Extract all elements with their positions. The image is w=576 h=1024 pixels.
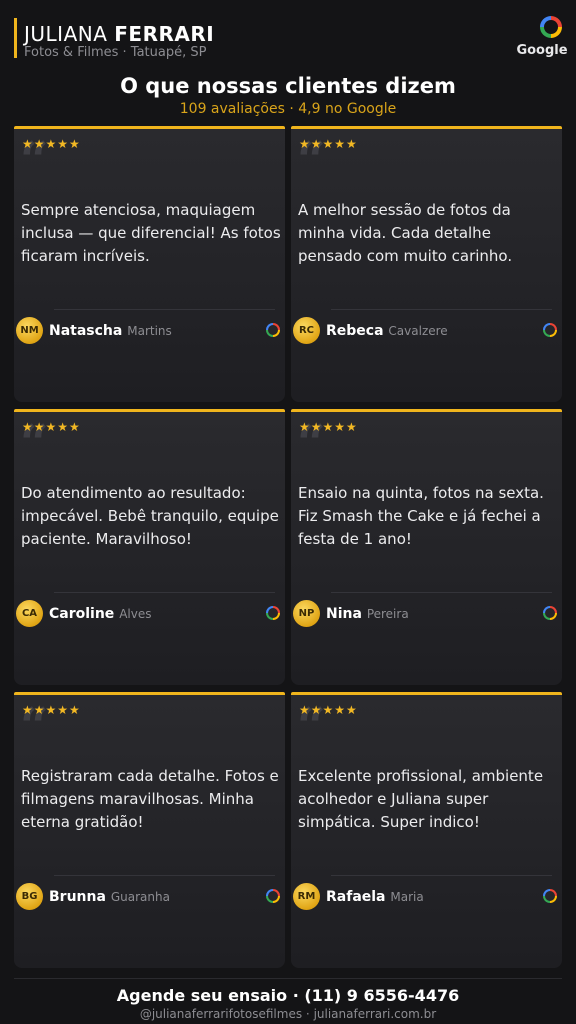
section-title: O que nossas clientes dizem	[120, 74, 456, 98]
card-divider	[331, 309, 552, 310]
five-star-rating: ★★★★★	[299, 420, 358, 434]
review-text: Registraram cada detalhe. Fotos e filmag…	[21, 767, 279, 831]
review-count: 109 avaliações	[179, 101, 285, 117]
card-divider	[331, 592, 552, 593]
website-link[interactable]: julianaferrari.com.br	[314, 1007, 437, 1021]
review-card: “★★★★★ Sempre atenciosa, maquiagem inclus…	[14, 126, 285, 402]
author-last-name: Guaranha	[110, 890, 170, 904]
separator-dot: ·	[122, 45, 131, 60]
avatar: RM	[293, 883, 320, 910]
google-rating: 4,9 no Google	[298, 101, 397, 117]
header: JULIANA FERRARI Fotos & Filmes · Tatuapé…	[0, 0, 576, 70]
review-card: “★★★★★ A melhor sessão de fotos da minha …	[291, 126, 562, 402]
review-author: RM Rafaela Maria	[291, 881, 562, 913]
review-author: NP Nina Pereira	[291, 598, 562, 630]
google-icon	[266, 323, 280, 337]
review-card: “★★★★★ Do atendimento ao resultado: impec…	[14, 409, 285, 685]
brand-accent-bar	[14, 18, 17, 58]
review-card: “★★★★★ Registraram cada detalhe. Fotos e …	[14, 692, 285, 968]
brand-name: JULIANA FERRARI	[24, 22, 214, 46]
author-first-name: Natascha	[49, 323, 123, 339]
review-card: “★★★★★ Ensaio na quinta, fotos na sexta. …	[291, 409, 562, 685]
five-star-rating: ★★★★★	[22, 420, 81, 434]
author-last-name: Maria	[390, 890, 424, 904]
author-name: Brunna Guaranha	[49, 889, 170, 905]
five-star-rating: ★★★★★	[299, 703, 358, 717]
google-icon	[543, 323, 557, 337]
author-first-name: Brunna	[49, 889, 106, 905]
review-author: RC Rebeca Cavalzere	[291, 315, 562, 347]
avatar: CA	[16, 600, 43, 627]
card-divider	[54, 875, 275, 876]
call-to-action[interactable]: Agende seu ensaio · (11) 9 6556-4476	[0, 986, 576, 1005]
author-name: Rebeca Cavalzere	[326, 323, 448, 339]
review-text: Ensaio na quinta, fotos na sexta. Fiz Sm…	[298, 484, 544, 548]
author-first-name: Rafaela	[326, 889, 386, 905]
google-label: Google	[516, 43, 568, 58]
author-last-name: Cavalzere	[388, 324, 448, 338]
avatar: BG	[16, 883, 43, 910]
author-last-name: Martins	[127, 324, 172, 338]
author-name: Caroline Alves	[49, 606, 151, 622]
cta-label: Agende seu ensaio	[116, 986, 288, 1005]
brand-tagline: Fotos & Filmes	[24, 45, 119, 60]
five-star-rating: ★★★★★	[22, 703, 81, 717]
review-text: Do atendimento ao resultado: impecável. …	[21, 484, 279, 548]
avatar: NP	[293, 600, 320, 627]
separator-dot: ·	[305, 1007, 314, 1021]
author-name: Nina Pereira	[326, 606, 409, 622]
review-text: Sempre atenciosa, maquiagem inclusa — qu…	[21, 201, 281, 265]
brand-last-name: FERRARI	[114, 22, 215, 46]
review-card: “★★★★★ Excelente profissional, ambiente a…	[291, 692, 562, 968]
card-divider	[331, 875, 552, 876]
footer-divider	[14, 978, 562, 979]
separator-dot: ·	[292, 986, 305, 1005]
footer-links: @julianaferrarifotosefilmes · julianafer…	[0, 1007, 576, 1021]
brand-subtitle: Fotos & Filmes · Tatuapé, SP	[24, 45, 206, 60]
google-icon	[266, 889, 280, 903]
review-author: NM Natascha Martins	[14, 315, 285, 347]
review-author: CA Caroline Alves	[14, 598, 285, 630]
google-icon	[266, 606, 280, 620]
google-icon	[543, 606, 557, 620]
card-divider	[54, 592, 275, 593]
review-text: A melhor sessão de fotos da minha vida. …	[298, 201, 513, 265]
author-first-name: Nina	[326, 606, 362, 622]
google-logo-icon	[540, 16, 562, 38]
brand-first-name: JULIANA	[24, 22, 108, 46]
review-author: BG Brunna Guaranha	[14, 881, 285, 913]
google-icon	[543, 889, 557, 903]
card-divider	[54, 309, 275, 310]
avatar: NM	[16, 317, 43, 344]
five-star-rating: ★★★★★	[299, 137, 358, 151]
author-last-name: Pereira	[366, 607, 409, 621]
author-first-name: Rebeca	[326, 323, 384, 339]
instagram-handle[interactable]: @julianaferrarifotosefilmes	[140, 1007, 302, 1021]
review-text: Excelente profissional, ambiente acolhed…	[298, 767, 544, 831]
avatar: RC	[293, 317, 320, 344]
rating-summary: 109 avaliações · 4,9 no Google	[0, 101, 576, 117]
author-name: Natascha Martins	[49, 323, 172, 339]
separator-dot: ·	[289, 101, 299, 117]
author-last-name: Alves	[119, 607, 152, 621]
brand-location: Tatuapé, SP	[130, 45, 207, 60]
five-star-rating: ★★★★★	[22, 137, 81, 151]
author-first-name: Caroline	[49, 606, 115, 622]
phone-number[interactable]: (11) 9 6556-4476	[304, 986, 459, 1005]
author-name: Rafaela Maria	[326, 889, 424, 905]
